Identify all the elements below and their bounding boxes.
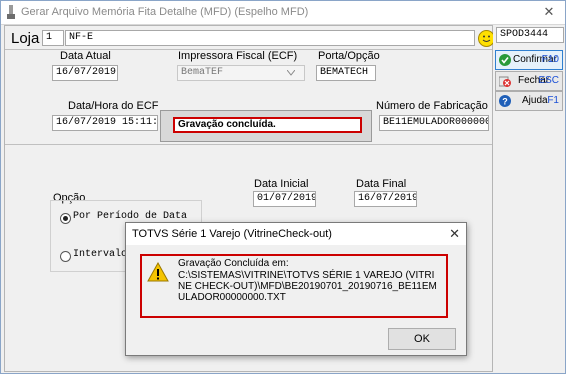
title-bar: Gerar Arquivo Memória Fita Detalhe (MFD)…	[1, 1, 565, 25]
impressora-select[interactable]: BemaTEF	[177, 65, 305, 81]
window-title: Gerar Arquivo Memória Fita Detalhe (MFD)…	[21, 6, 309, 18]
help-icon: ?	[499, 95, 511, 107]
ok-button[interactable]: OK	[388, 328, 456, 350]
loja-number-field[interactable]: 1	[42, 30, 64, 46]
dialog-title: TOTVS Série 1 Varejo (VitrineCheck-out)	[132, 228, 332, 240]
help-button[interactable]: ? Ajuda F1	[495, 91, 563, 111]
data-inicial-field[interactable]: 01/07/2019	[253, 191, 316, 207]
svg-text:?: ?	[502, 97, 508, 107]
window-close-button[interactable]: ✕	[539, 4, 559, 20]
dialog-title-bar: TOTVS Série 1 Varejo (VitrineCheck-out) …	[126, 223, 466, 245]
radio-intervalo[interactable]	[60, 251, 71, 262]
app-icon	[7, 5, 15, 19]
porta-label: Porta/Opção	[318, 50, 380, 62]
data-atual-label: Data Atual	[60, 50, 111, 62]
radio-periodo-label: Por Período de Data	[73, 211, 188, 222]
dialog-close-button[interactable]: ✕	[449, 226, 460, 242]
progress-status-text: Gravação concluída.	[173, 117, 362, 133]
help-shortcut: F1	[547, 95, 559, 106]
data-atual-field[interactable]: 16/07/2019	[52, 65, 118, 81]
dialog-message-path: C:\SISTEMAS\VITRINE\TOTVS SÉRIE 1 VAREJO…	[178, 270, 437, 303]
screen-code-field: SPOD3444	[496, 27, 564, 43]
data-final-label: Data Final	[356, 178, 407, 190]
close-icon	[499, 76, 511, 87]
data-inicial-label: Data Inicial	[254, 178, 309, 190]
check-icon	[499, 54, 511, 66]
separator	[5, 144, 492, 145]
dialog-message-heading: Gravação Concluída em:	[178, 258, 289, 269]
close-button[interactable]: Fechar ESC	[495, 71, 563, 91]
warning-icon	[147, 262, 169, 282]
help-label: Ajuda	[522, 95, 548, 106]
data-hora-label: Data/Hora do ECF	[68, 100, 159, 112]
confirm-button[interactable]: Confirmar F10	[495, 50, 563, 70]
impressora-label: Impressora Fiscal (ECF)	[178, 50, 298, 62]
loja-label: Loja	[11, 30, 40, 47]
chevron-down-icon[interactable]	[287, 70, 295, 76]
message-dialog: TOTVS Série 1 Varejo (VitrineCheck-out) …	[125, 222, 467, 356]
confirm-shortcut: F10	[541, 54, 559, 65]
radio-periodo[interactable]	[60, 213, 71, 224]
dialog-message-box: Gravação Concluída em: C:\SISTEMAS\VITRI…	[140, 254, 448, 318]
side-panel: SPOD3444 Confirmar F10 Fechar ESC ? Ajud…	[493, 25, 564, 370]
fabricacao-field[interactable]: BE11EMULADOR00000000	[379, 115, 489, 131]
loja-name-field[interactable]: NF-E	[65, 30, 475, 46]
data-hora-field[interactable]: 16/07/2019 15:11:57	[52, 115, 158, 131]
progress-panel: Gravação concluída.	[160, 110, 372, 142]
data-final-field[interactable]: 16/07/2019	[354, 191, 417, 207]
close-shortcut: ESC	[538, 75, 559, 86]
porta-field[interactable]: BEMATECH	[316, 65, 376, 81]
fabricacao-label: Número de Fabricação	[376, 100, 488, 112]
